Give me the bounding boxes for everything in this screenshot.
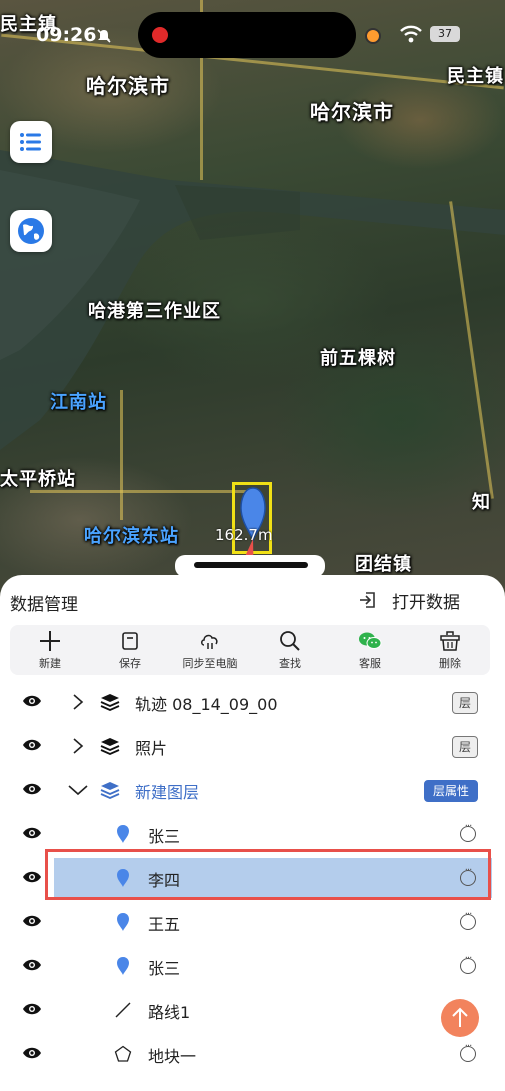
layer-label: 新建图层 xyxy=(135,783,200,802)
map-pin-icon xyxy=(117,913,129,931)
map-label: 团结镇 xyxy=(355,554,412,575)
satellite-map[interactable]: 民主镇 哈尔滨市 哈尔滨市 民主镇 哈港第三作业区 前五棵树 江南站 太平桥站 … xyxy=(0,0,505,600)
wechat-icon xyxy=(359,632,382,649)
layer-properties-button[interactable]: 层属性 xyxy=(423,780,478,802)
list-item[interactable]: 轨迹 08_14_09_00 层 xyxy=(10,680,490,724)
import-icon xyxy=(360,592,375,608)
toolbar: 新建 保存 同步至电脑 查找 客服 删除 xyxy=(10,625,490,675)
delete-button[interactable]: 删除 xyxy=(410,625,490,675)
feature-label: 路线1 xyxy=(148,1003,191,1022)
layer-badge[interactable]: 层 xyxy=(452,736,478,758)
map-layer-button[interactable] xyxy=(10,210,52,252)
dynamic-island xyxy=(138,12,356,58)
save-button[interactable]: 保存 xyxy=(90,625,170,675)
eye-icon[interactable] xyxy=(22,914,42,928)
layer-label: 轨迹 08_14_09_00 xyxy=(135,695,278,714)
search-icon xyxy=(280,631,300,651)
layer-label: 照片 xyxy=(135,739,168,758)
distance-label: 162.7m xyxy=(215,526,273,544)
eye-icon[interactable] xyxy=(22,738,42,752)
more-icon[interactable] xyxy=(460,821,476,842)
eye-icon[interactable] xyxy=(22,958,42,972)
save-icon xyxy=(122,632,138,650)
eye-icon[interactable] xyxy=(22,1046,42,1060)
eye-icon[interactable] xyxy=(22,826,42,840)
map-pin-icon xyxy=(117,957,129,975)
chevron-right-icon[interactable] xyxy=(72,694,84,710)
eye-icon[interactable] xyxy=(22,782,42,796)
arrow-up-icon xyxy=(452,1007,468,1027)
new-button[interactable]: 新建 xyxy=(10,625,90,675)
map-label: 哈尔滨东站 xyxy=(84,526,179,547)
feature-label: 张三 xyxy=(148,959,181,978)
layers-icon xyxy=(100,738,120,755)
layers-icon xyxy=(100,782,120,799)
layer-badge[interactable]: 层 xyxy=(452,692,478,714)
scroll-to-top-button[interactable] xyxy=(441,999,479,1037)
tool-label: 查找 xyxy=(279,657,301,670)
tool-label: 客服 xyxy=(359,657,381,670)
search-button[interactable]: 查找 xyxy=(250,625,330,675)
list-item[interactable]: 地块一 xyxy=(10,1032,490,1076)
more-icon[interactable] xyxy=(460,909,476,930)
map-label: 哈尔滨市 xyxy=(310,100,394,124)
more-icon[interactable] xyxy=(460,1041,476,1062)
list-item[interactable]: 路线1 xyxy=(10,988,490,1032)
bell-slash-icon xyxy=(97,29,111,43)
tool-label: 新建 xyxy=(39,657,61,670)
more-icon[interactable] xyxy=(460,953,476,974)
status-bar: 09:26 37 xyxy=(0,0,505,60)
map-label: 前五棵树 xyxy=(320,348,396,369)
list-icon xyxy=(20,133,41,151)
panel-title: 数据管理 xyxy=(10,595,78,615)
support-button[interactable]: 客服 xyxy=(330,625,410,675)
sync-button[interactable]: 同步至电脑 xyxy=(170,625,250,675)
battery-indicator: 37 xyxy=(430,26,460,42)
feature-label: 张三 xyxy=(148,827,181,846)
recording-indicator xyxy=(152,27,168,43)
layers-icon xyxy=(100,694,120,711)
wifi-icon xyxy=(400,25,422,43)
map-label: 江南站 xyxy=(50,392,107,413)
feature-label: 王五 xyxy=(148,915,181,934)
map-pin-icon xyxy=(117,825,129,843)
tool-label: 删除 xyxy=(439,657,461,670)
sync-icon xyxy=(201,634,218,649)
list-item[interactable]: 张三 xyxy=(10,944,490,988)
list-item[interactable]: 新建图层 层属性 xyxy=(10,768,490,812)
eye-icon[interactable] xyxy=(22,694,42,708)
plus-icon xyxy=(40,631,60,651)
map-label: 哈尔滨市 xyxy=(86,74,170,98)
chevron-right-icon[interactable] xyxy=(72,738,84,754)
polygon-icon xyxy=(114,1045,132,1062)
map-label: 哈港第三作业区 xyxy=(88,301,221,322)
annotation-highlight-box xyxy=(45,849,491,900)
feature-label: 地块一 xyxy=(148,1047,197,1066)
map-label: 知 xyxy=(472,492,491,513)
trash-icon xyxy=(440,631,460,651)
drag-handle[interactable] xyxy=(194,562,308,568)
list-item[interactable]: 照片 层 xyxy=(10,724,490,768)
tool-label: 同步至电脑 xyxy=(182,657,238,670)
map-label: 民主镇 xyxy=(447,66,504,87)
camera-indicator xyxy=(365,28,381,44)
eye-icon[interactable] xyxy=(22,1002,42,1016)
chevron-down-icon[interactable] xyxy=(68,784,88,796)
tool-label: 保存 xyxy=(119,657,141,670)
clock: 09:26 xyxy=(36,24,97,46)
globe-icon xyxy=(18,218,44,244)
map-label: 太平桥站 xyxy=(0,469,76,490)
menu-button[interactable] xyxy=(10,121,52,163)
open-data-label: 打开数据 xyxy=(392,592,460,613)
eye-icon[interactable] xyxy=(22,870,42,884)
polyline-icon xyxy=(115,1002,131,1018)
list-item[interactable]: 王五 xyxy=(10,900,490,944)
open-data-button[interactable]: 打开数据 xyxy=(358,588,460,613)
road xyxy=(120,390,123,520)
